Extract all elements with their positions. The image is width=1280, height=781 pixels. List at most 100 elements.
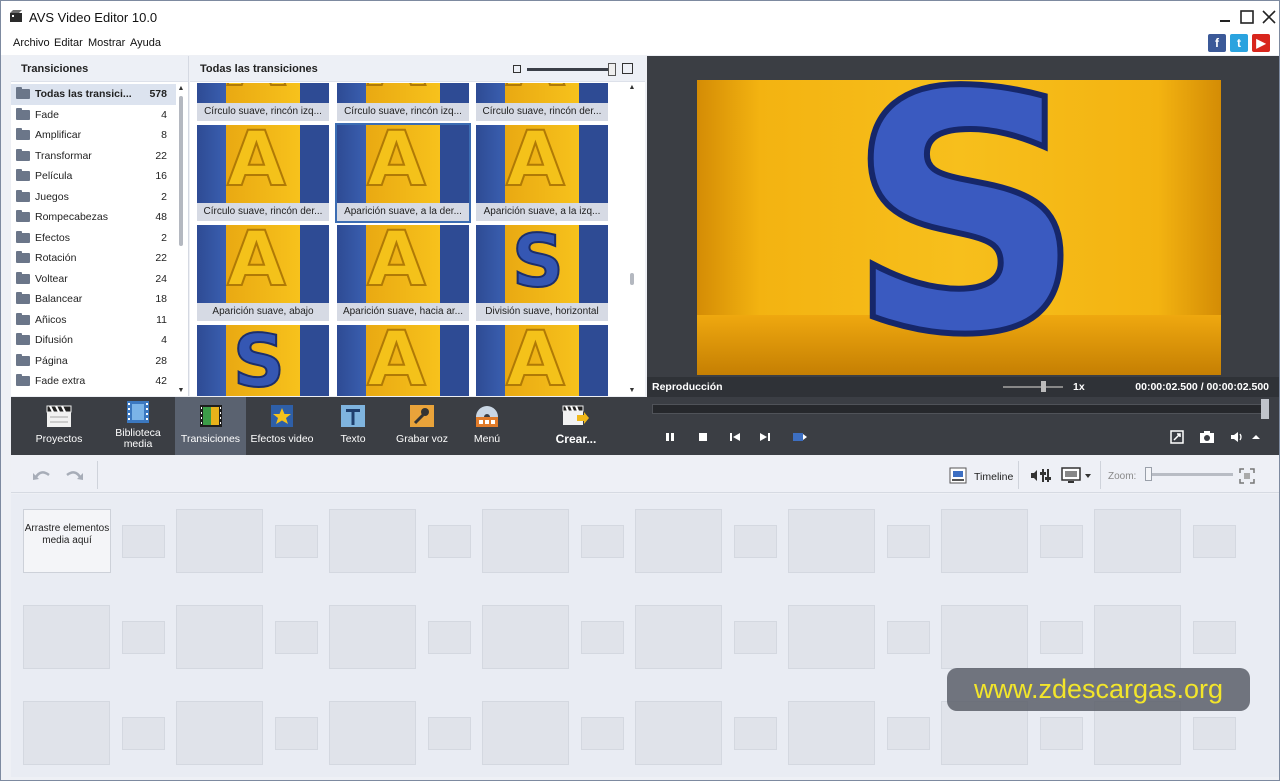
thumb-size-slider-handle[interactable] (608, 63, 616, 76)
speed-slider[interactable] (1003, 386, 1063, 388)
transition-slot[interactable] (1193, 717, 1236, 750)
transition-slot[interactable] (1193, 525, 1236, 558)
zoom-slider-handle[interactable] (1145, 467, 1152, 481)
scroll-thumb[interactable] (630, 273, 634, 285)
media-slot[interactable] (176, 701, 263, 765)
media-slot[interactable] (23, 605, 110, 669)
menu-mostrar[interactable]: Mostrar (88, 37, 125, 49)
scroll-up-arrow-icon[interactable]: ▲ (176, 84, 186, 94)
snapshot-camera-icon[interactable] (1199, 429, 1215, 445)
media-slot[interactable] (941, 605, 1028, 669)
transition-slot[interactable] (428, 525, 471, 558)
transition-slot[interactable] (734, 717, 777, 750)
media-slot[interactable] (1094, 509, 1181, 573)
drop-media-target[interactable]: Arrastre elementos media aquí (23, 509, 111, 573)
menu-ayuda[interactable]: Ayuda (130, 37, 161, 49)
transition-slot[interactable] (1040, 717, 1083, 750)
small-thumbs-icon[interactable] (513, 65, 521, 73)
category-item[interactable]: Transformar 22 (11, 146, 177, 167)
transition-slot[interactable] (581, 621, 624, 654)
category-item[interactable]: Amplificar 8 (11, 125, 177, 146)
close-icon[interactable] (1259, 7, 1279, 27)
transition-slot[interactable] (581, 717, 624, 750)
media-slot[interactable] (635, 509, 722, 573)
maximize-icon[interactable] (1237, 7, 1257, 27)
transition-slot[interactable] (122, 717, 165, 750)
volume-expand-arrow-icon[interactable] (1251, 429, 1261, 445)
media-slot[interactable] (482, 605, 569, 669)
scroll-thumb[interactable] (179, 96, 183, 246)
scroll-up-arrow-icon[interactable]: ▲ (627, 83, 637, 93)
media-slot[interactable] (941, 509, 1028, 573)
tool-grabar-voz[interactable]: Grabar voz (389, 397, 455, 455)
transition-slot[interactable] (275, 717, 318, 750)
category-item[interactable]: Balancear 18 (11, 289, 177, 310)
volume-icon[interactable] (1229, 429, 1245, 445)
media-slot[interactable] (788, 605, 875, 669)
minimize-icon[interactable] (1215, 7, 1235, 27)
category-item[interactable]: Juegos 2 (11, 187, 177, 208)
transition-thumbnail[interactable]: A Círculo suave, rincón izq... (337, 83, 469, 121)
media-slot[interactable] (1094, 605, 1181, 669)
transition-slot[interactable] (734, 525, 777, 558)
category-item[interactable]: Fade extra 42 (11, 371, 177, 392)
transition-thumbnail[interactable]: ACírculo suave, rincón der... (197, 125, 329, 221)
media-slot[interactable] (482, 701, 569, 765)
previous-frame-icon[interactable] (727, 429, 743, 445)
monitor-dropdown-icon[interactable] (1061, 467, 1093, 484)
transition-slot[interactable] (887, 525, 930, 558)
undo-icon[interactable] (31, 467, 53, 483)
transition-thumbnail[interactable]: ACírculo suave, rincón der... (476, 83, 608, 121)
scroll-down-arrow-icon[interactable]: ▼ (627, 386, 637, 396)
zoom-slider[interactable] (1147, 473, 1233, 476)
transition-slot[interactable] (734, 621, 777, 654)
transition-thumbnail[interactable]: A Aparición suave, hacia ar... (337, 225, 469, 321)
media-slot[interactable] (176, 605, 263, 669)
category-item[interactable]: Página 28 (11, 351, 177, 372)
transition-slot[interactable] (275, 621, 318, 654)
tool-crear[interactable]: Crear... (537, 397, 615, 455)
audio-mixer-icon[interactable] (1030, 467, 1054, 484)
timeline-storyboard[interactable]: Arrastre elementos media aquí (11, 494, 1279, 777)
large-thumbs-icon[interactable] (622, 63, 633, 74)
facebook-icon[interactable]: f (1208, 34, 1226, 52)
media-slot[interactable] (329, 701, 416, 765)
pause-icon[interactable] (662, 429, 678, 445)
category-item[interactable]: Efectos 2 (11, 228, 177, 249)
transition-thumbnail[interactable]: A Círculo suave, rincón izq... (197, 83, 329, 121)
stop-icon[interactable] (695, 429, 711, 445)
media-slot[interactable] (329, 605, 416, 669)
category-item[interactable]: Todas las transici... 578 (11, 84, 177, 105)
transition-thumbnail[interactable]: A Aparición suave, abajo (197, 225, 329, 321)
transition-slot[interactable] (887, 717, 930, 750)
twitter-icon[interactable]: t (1230, 34, 1248, 52)
tool-proyectos[interactable]: Proyectos (21, 397, 97, 455)
transition-slot[interactable] (428, 621, 471, 654)
category-item[interactable]: Añicos 11 (11, 310, 177, 331)
menu-archivo[interactable]: Archivo (13, 37, 50, 49)
categories-scrollbar[interactable]: ▲ ▼ (176, 84, 186, 396)
media-slot[interactable] (176, 509, 263, 573)
seek-bar-handle[interactable] (1261, 399, 1269, 419)
transition-slot[interactable] (581, 525, 624, 558)
transition-thumbnail[interactable]: A Aparición suave, a la izq... (476, 125, 608, 221)
tool-transiciones[interactable]: Transiciones (175, 397, 246, 455)
transition-thumbnail[interactable]: A (476, 325, 608, 396)
category-item[interactable]: Rompecabezas 48 (11, 207, 177, 228)
media-slot[interactable] (788, 509, 875, 573)
category-item[interactable]: Fade 4 (11, 105, 177, 126)
tool-texto[interactable]: Texto (323, 397, 383, 455)
fullscreen-icon[interactable] (1169, 429, 1185, 445)
transition-slot[interactable] (275, 525, 318, 558)
frame-step-icon[interactable] (791, 429, 807, 445)
media-slot[interactable] (635, 605, 722, 669)
category-item[interactable]: Voltear 24 (11, 269, 177, 290)
media-slot[interactable] (482, 509, 569, 573)
transition-slot[interactable] (122, 621, 165, 654)
tool-efectos-video[interactable]: Efectos video (247, 397, 317, 455)
next-frame-icon[interactable] (757, 429, 773, 445)
thumb-size-slider[interactable] (527, 68, 615, 71)
transition-thumbnail[interactable]: A (337, 325, 469, 396)
youtube-icon[interactable]: ▶ (1252, 34, 1270, 52)
category-item[interactable]: Rotación 22 (11, 248, 177, 269)
